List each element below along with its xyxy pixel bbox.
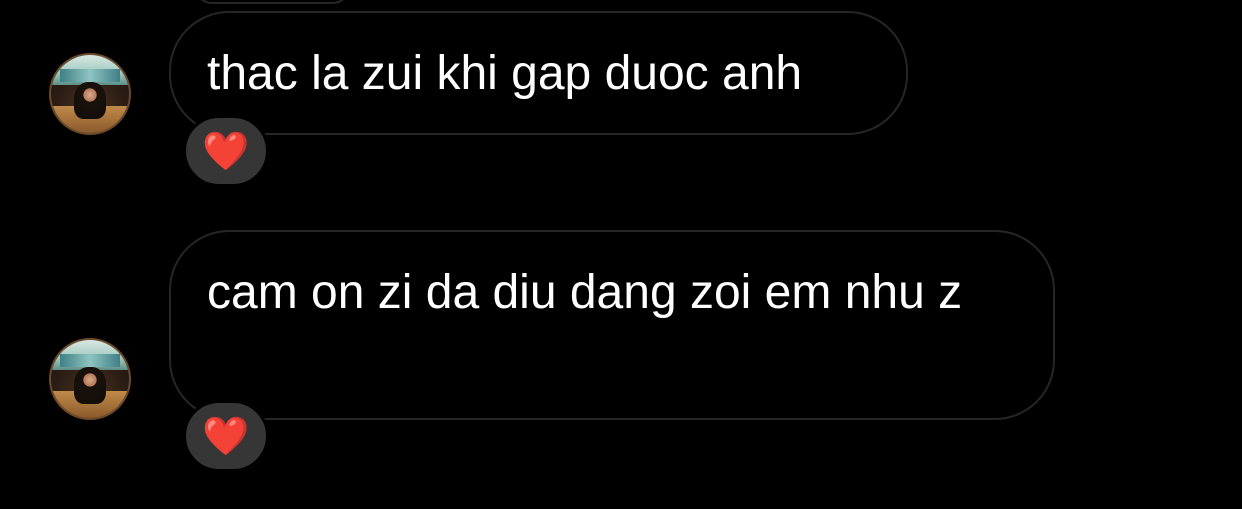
chat-thread: thac la zui khi gap duoc anh ❤️ cam on z… (0, 0, 1242, 509)
message-text: thac la zui khi gap duoc anh (207, 47, 803, 100)
sender-avatar[interactable] (49, 338, 131, 420)
sender-avatar[interactable] (49, 53, 131, 135)
message-text: cam on zi da diu dang zoi em nhu z (207, 266, 963, 319)
heart-icon: ❤️ (202, 414, 250, 458)
reaction-badge[interactable]: ❤️ (183, 400, 269, 472)
message-bubble[interactable]: cam on zi da diu dang zoi em nhu z (169, 230, 1055, 420)
reaction-badge[interactable]: ❤️ (183, 115, 269, 187)
message-bubble[interactable]: thac la zui khi gap duoc anh (169, 11, 908, 135)
previous-message-bubble[interactable] (195, 0, 350, 4)
heart-icon: ❤️ (202, 129, 250, 173)
